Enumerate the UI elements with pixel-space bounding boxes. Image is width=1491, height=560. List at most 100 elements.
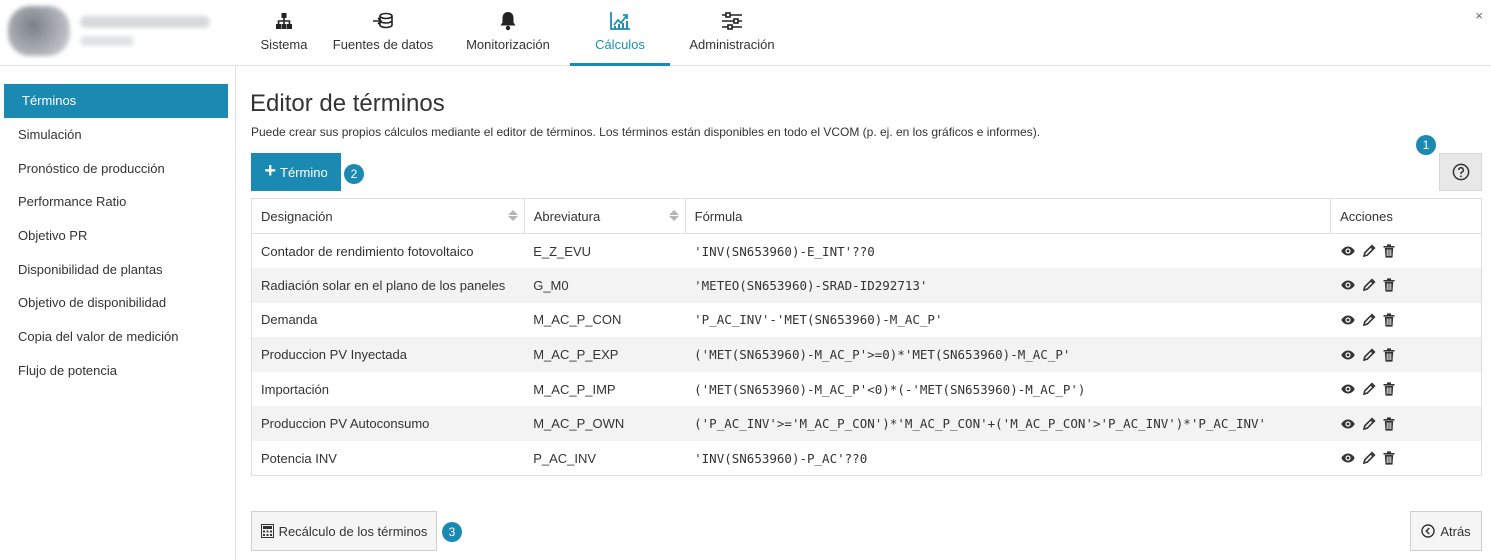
trash-icon[interactable] (1383, 347, 1395, 362)
back-button[interactable]: Atrás (1410, 511, 1482, 551)
cell-actions (1330, 406, 1482, 442)
cell-actions (1330, 268, 1482, 303)
trash-icon[interactable] (1383, 382, 1395, 396)
back-label: Atrás (1440, 523, 1471, 539)
view-icon[interactable] (1340, 246, 1355, 256)
cell-abreviatura: G_M0 (524, 268, 686, 303)
column-label: Fórmula (694, 208, 743, 224)
top-bar: Sistema Fuentes de datos Monitorización … (0, 0, 1491, 66)
cell-actions (1331, 372, 1482, 407)
help-button[interactable] (1439, 153, 1482, 191)
nav-calculos[interactable]: Cálculos (570, 0, 670, 66)
table-row: Potencia INV P_AC_INV 'INV(SN653960)-P_A… (252, 441, 1482, 476)
bell-icon (499, 10, 517, 32)
plus-icon: + (264, 160, 276, 182)
cell-formula: 'INV(SN653960)-E_INT'??0 (694, 243, 875, 259)
sliders-icon (721, 10, 743, 32)
callout-badge-2: 2 (344, 164, 364, 184)
cell-designacion: Produccion PV Autoconsumo (251, 406, 525, 442)
sidebar-item-disponibilidad[interactable]: Disponibilidad de plantas (4, 252, 228, 286)
chevron-left-circle-icon (1421, 524, 1436, 538)
page-description: Puede crear sus propios cálculos mediant… (251, 125, 1041, 139)
cell-formula: 'METEO(SN653960)-SRAD-ID292713' (685, 268, 1331, 303)
nav-sistema[interactable]: Sistema (248, 0, 320, 66)
view-icon[interactable] (1340, 419, 1355, 429)
cell-formula: ('P_AC_INV'>='M_AC_P_CON')*'M_AC_P_CON'+… (685, 406, 1331, 442)
view-icon[interactable] (1340, 384, 1355, 394)
nav-label: Monitorización (466, 37, 550, 52)
edit-icon[interactable] (1362, 348, 1376, 362)
nav-monitorizacion[interactable]: Monitorización (446, 0, 570, 66)
edit-icon[interactable] (1362, 313, 1376, 327)
cell-abreviatura: M_AC_P_EXP (524, 337, 686, 372)
nav-label: Sistema (260, 37, 308, 52)
cell-actions (1331, 441, 1482, 476)
column-header-formula: Fórmula (685, 198, 1332, 234)
close-icon[interactable]: × (1475, 8, 1483, 23)
nav-fuentes-de-datos[interactable]: Fuentes de datos (320, 0, 446, 66)
column-header-designacion[interactable]: Designación (251, 198, 525, 234)
database-import-icon (372, 10, 394, 32)
nav-label: Administración (689, 37, 775, 52)
cell-abreviatura: P_AC_INV (533, 450, 597, 466)
edit-icon[interactable] (1362, 382, 1376, 396)
question-circle-icon (1452, 163, 1470, 181)
trash-icon[interactable] (1383, 278, 1395, 292)
trash-icon[interactable] (1383, 313, 1395, 327)
cell-designacion: Produccion PV Inyectada (251, 337, 525, 372)
cell-actions (1330, 337, 1482, 372)
column-label: Designación (261, 208, 333, 224)
callout-badge-3: 3 (442, 522, 462, 542)
column-header-abreviatura[interactable]: Abreviatura (524, 198, 686, 234)
view-icon[interactable] (1340, 280, 1355, 290)
cell-abreviatura: M_AC_P_OWN (524, 406, 686, 442)
view-icon[interactable] (1340, 350, 1355, 360)
cell-designacion: Importación (261, 381, 329, 397)
nav-label: Cálculos (595, 37, 645, 52)
cell-abreviatura: M_AC_P_CON (533, 312, 622, 328)
sidebar: Términos Simulación Pronóstico de produc… (0, 66, 236, 560)
edit-icon[interactable] (1362, 278, 1376, 292)
sidebar-item-pronostico[interactable]: Pronóstico de producción (4, 151, 228, 185)
view-icon[interactable] (1340, 315, 1355, 325)
trash-icon[interactable] (1383, 417, 1395, 431)
sitemap-icon (275, 10, 293, 32)
company-logo (8, 4, 218, 56)
table-row: Importación M_AC_P_IMP ('MET(SN653960)-M… (252, 372, 1482, 407)
sidebar-item-flujo-potencia[interactable]: Flujo de potencia (4, 354, 228, 388)
sidebar-item-objetivo-disponibilidad[interactable]: Objetivo de disponibilidad (4, 286, 228, 320)
sidebar-item-copia-valor[interactable]: Copia del valor de medición (4, 320, 228, 354)
cell-abreviatura: M_AC_P_IMP (533, 381, 616, 397)
page-title: Editor de términos (250, 90, 445, 117)
add-term-button[interactable]: + Término (251, 153, 341, 191)
nav-administracion[interactable]: Administración (670, 0, 794, 66)
trash-icon[interactable] (1383, 451, 1395, 465)
sidebar-item-simulacion[interactable]: Simulación (4, 118, 228, 152)
calculator-icon (260, 524, 274, 538)
view-icon[interactable] (1340, 453, 1355, 463)
sort-icon (668, 210, 679, 221)
cell-formula: ('MET(SN653960)-M_AC_P'>=0)*'MET(SN65396… (685, 337, 1331, 372)
table-row: Produccion PV Autoconsumo M_AC_P_OWN ('P… (251, 406, 1482, 442)
recalculate-label: Recálculo de los términos (278, 523, 428, 539)
sidebar-item-terminos[interactable]: Términos (4, 84, 228, 118)
sidebar-item-performance-ratio[interactable]: Performance Ratio (4, 185, 228, 219)
column-label: Acciones (1340, 208, 1393, 224)
cell-abreviatura: E_Z_EVU (533, 243, 592, 259)
table-row: Demanda M_AC_P_CON 'P_AC_INV'-'MET(SN653… (252, 303, 1482, 338)
cell-designacion: Contador de rendimiento fotovoltaico (261, 243, 474, 259)
cell-actions (1331, 234, 1482, 269)
column-header-acciones: Acciones (1330, 198, 1482, 234)
recalculate-terms-button[interactable]: Recálculo de los términos (251, 511, 437, 551)
sidebar-item-objetivo-pr[interactable]: Objetivo PR (4, 219, 228, 253)
table-row: Produccion PV Inyectada M_AC_P_EXP ('MET… (251, 337, 1482, 372)
terms-table: Designación Abreviatura Fórmula Acciones… (251, 198, 1482, 477)
cell-designacion: Radiación solar en el plano de los panel… (251, 268, 525, 303)
sort-icon (507, 210, 518, 221)
main-nav: Sistema Fuentes de datos Monitorización … (248, 0, 794, 66)
callout-badge-1: 1 (1416, 135, 1436, 155)
trash-icon[interactable] (1383, 244, 1395, 258)
edit-icon[interactable] (1362, 244, 1376, 258)
edit-icon[interactable] (1362, 417, 1376, 431)
edit-icon[interactable] (1362, 451, 1376, 465)
